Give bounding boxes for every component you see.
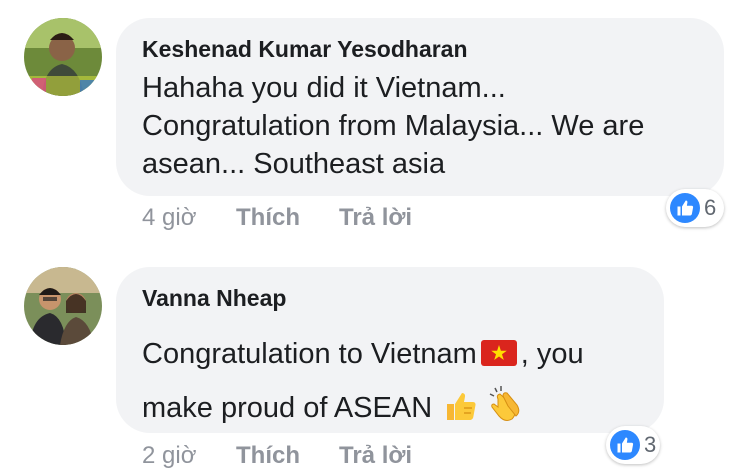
comment-text: Congratulation to Vietnam , you make prou… [142, 327, 584, 441]
reaction-summary[interactable]: 3 [606, 426, 660, 464]
comment-author[interactable]: Vanna Nheap [142, 285, 286, 312]
comment-text-segment: Congratulation to Vietnam [142, 338, 477, 370]
comment-timestamp[interactable]: 4 giờ [142, 204, 196, 232]
comment-text-line: make proud of ASEAN [142, 381, 584, 441]
comment-text-line: asean... Southeast asia [142, 148, 446, 180]
like-link[interactable]: Thích [236, 442, 300, 470]
reply-link[interactable]: Trả lời [339, 204, 412, 232]
comment-timestamp[interactable]: 2 giờ [142, 442, 196, 470]
like-link[interactable]: Thích [236, 204, 300, 232]
reaction-summary[interactable]: 6 [666, 189, 724, 227]
comment-actions: 4 giờ Thích Trả lời [142, 204, 442, 234]
like-icon [610, 430, 640, 460]
vietnam-flag-icon [480, 340, 517, 366]
reaction-count: 3 [644, 432, 657, 457]
reply-link[interactable]: Trả lời [339, 442, 412, 470]
comment-text-line: Hahaha you did it Vietnam... [142, 72, 506, 104]
comment-actions: 2 giờ Thích Trả lời [142, 442, 442, 472]
comment-text-segment: , you [520, 338, 584, 370]
comment-author[interactable]: Keshenad Kumar Yesodharan [142, 36, 468, 63]
comment-text-line: Congratulation to Vietnam , you [142, 327, 584, 381]
reaction-count: 6 [704, 195, 717, 220]
thumbs-up-icon [444, 387, 478, 441]
comment-text-segment: make proud of ASEAN [142, 392, 433, 424]
comment-text-line: Congratulation from Malaysia... We are [142, 110, 645, 142]
avatar[interactable] [24, 18, 102, 96]
comment-text: Hahaha you did it Vietnam... Congratulat… [142, 69, 644, 183]
avatar[interactable] [24, 267, 102, 345]
like-icon [670, 193, 700, 223]
clapping-hands-icon [486, 385, 524, 441]
